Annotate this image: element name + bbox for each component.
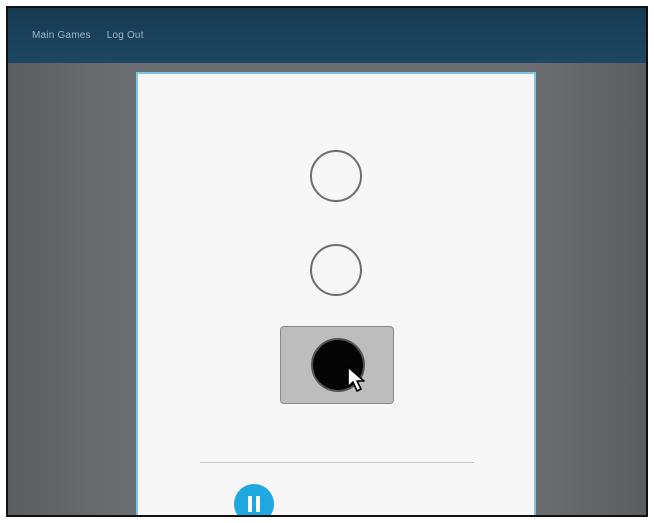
mouse-cursor-icon bbox=[347, 366, 365, 392]
top-navigation-bar: Main Games Log Out bbox=[8, 8, 646, 63]
main-games-link[interactable]: Main Games bbox=[32, 30, 91, 41]
pause-icon-bar bbox=[256, 496, 260, 512]
option-circle-2[interactable] bbox=[310, 244, 362, 296]
option-circle-3-selected[interactable] bbox=[280, 326, 394, 404]
option-circle-1[interactable] bbox=[310, 150, 362, 202]
pause-icon bbox=[248, 496, 252, 512]
log-out-link[interactable]: Log Out bbox=[107, 30, 144, 41]
game-dialog bbox=[136, 72, 536, 515]
divider-line bbox=[200, 462, 474, 463]
screenshot-frame: Main Games Log Out bbox=[6, 6, 648, 517]
pause-button[interactable] bbox=[234, 484, 274, 515]
